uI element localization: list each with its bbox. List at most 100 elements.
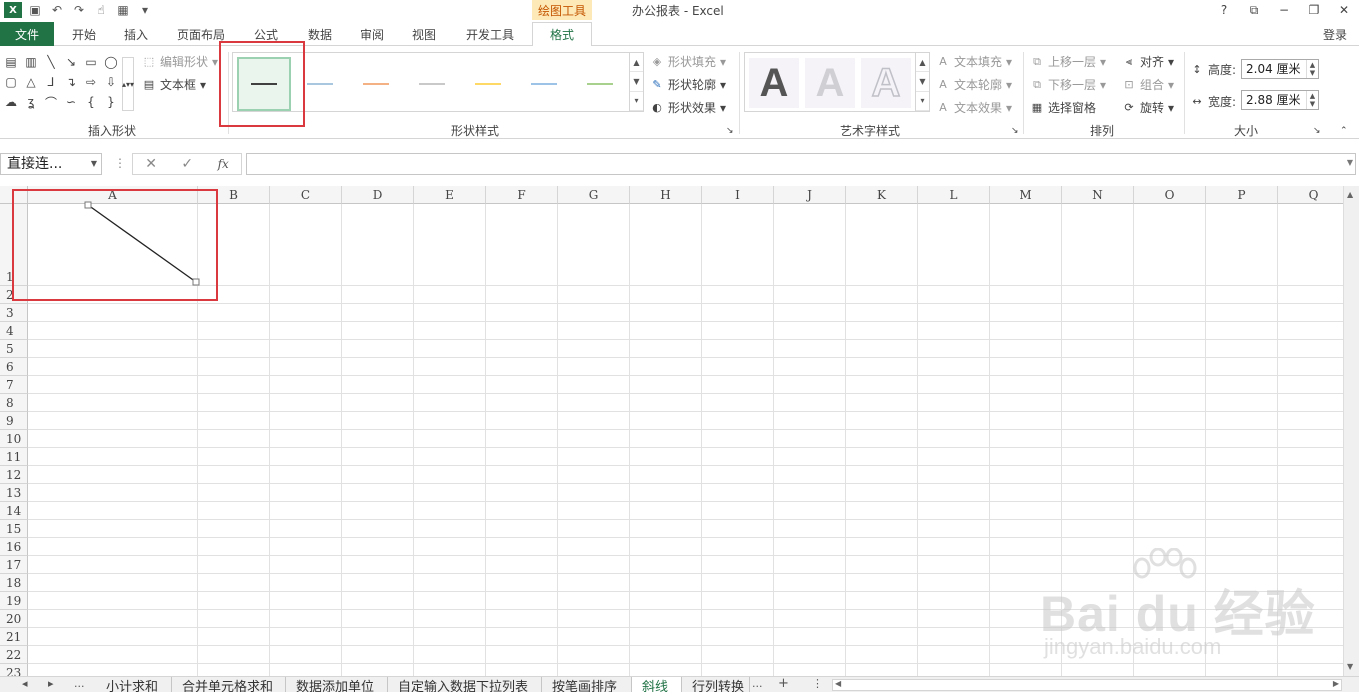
size-launcher-icon[interactable]: ↘: [1313, 126, 1321, 136]
scroll-down-icon[interactable]: ▼: [630, 72, 643, 92]
scroll-up-icon[interactable]: ▲: [630, 53, 643, 73]
rotate-button[interactable]: ⟳ 旋转 ▾: [1122, 99, 1174, 116]
scroll-down-icon[interactable]: ▼: [1347, 662, 1353, 671]
vertical-scrollbar[interactable]: ▲ ▼: [1343, 186, 1359, 676]
tab-developer[interactable]: 开发工具: [458, 22, 522, 46]
text-effects-button[interactable]: A 文本效果 ▾: [936, 99, 1012, 116]
sheet-tab[interactable]: 合并单元格求和: [172, 677, 286, 692]
styles-gallery-scroll[interactable]: ▲ ▼ ▾: [629, 53, 643, 111]
line-style-item[interactable]: [573, 57, 627, 111]
curve-shape-icon[interactable]: ∽: [64, 95, 78, 109]
prev-sheet-icon[interactable]: ◂: [22, 677, 28, 690]
width-spinner[interactable]: ▲ ▼: [1306, 91, 1318, 109]
help-button[interactable]: ?: [1209, 0, 1239, 20]
shape-fill-button[interactable]: ◈ 形状填充 ▾: [650, 53, 726, 70]
text-box-button[interactable]: ▤ 文本框 ▾: [142, 76, 206, 93]
group-button[interactable]: ⊡ 组合 ▾: [1122, 76, 1174, 93]
next-sheet-icon[interactable]: ▸: [48, 677, 54, 690]
sheet-tab[interactable]: 数据添加单位: [286, 677, 388, 692]
expand-formula-bar-icon[interactable]: ▼: [1347, 158, 1353, 167]
name-box-dropdown-icon[interactable]: ▼: [91, 154, 97, 174]
triangle-shape-icon[interactable]: △: [24, 75, 38, 89]
rectangle-shape-icon[interactable]: ▭: [84, 55, 98, 69]
sheet-tab[interactable]: 小计求和: [96, 677, 172, 692]
shape-styles-launcher-icon[interactable]: ↘: [726, 126, 734, 136]
cancel-icon[interactable]: ✕: [145, 156, 157, 172]
left-brace-shape-icon[interactable]: {: [84, 95, 98, 109]
sheet-tab[interactable]: 按笔画排序: [542, 677, 632, 692]
scroll-left-icon[interactable]: ◀: [835, 679, 841, 688]
oval-shape-icon[interactable]: ◯: [104, 55, 118, 69]
insert-function-icon[interactable]: fx: [218, 157, 229, 171]
minimize-button[interactable]: −: [1269, 0, 1299, 20]
height-spinner[interactable]: ▲ ▼: [1306, 60, 1318, 78]
borders-icon[interactable]: ▦: [114, 2, 132, 18]
wordart-launcher-icon[interactable]: ↘: [1011, 126, 1019, 136]
selection-pane-button[interactable]: ▦ 选择窗格: [1030, 99, 1096, 116]
text-fill-button[interactable]: A 文本填充 ▾: [936, 53, 1012, 70]
save-icon[interactable]: ▣: [26, 2, 44, 18]
ribbon-display-button[interactable]: ⧉: [1239, 0, 1269, 20]
redo-icon[interactable]: ↷: [70, 2, 88, 18]
wordart-style-item[interactable]: A: [861, 58, 911, 108]
bring-forward-button[interactable]: ⧉ 上移一层 ▾: [1030, 53, 1106, 70]
shapes-gallery[interactable]: ▤ ▥ ╲ ↘ ▭ ◯ ▢ △ ⅃ ↴ ⇨ ⇩ ☁ ʓ ⌒ ∽ { } ▴▾▾: [2, 53, 134, 113]
shape-outline-button[interactable]: ✎ 形状轮廓 ▾: [650, 76, 726, 93]
tab-home[interactable]: 开始: [62, 22, 106, 46]
shape-height-input[interactable]: 2.04 厘米 ▲ ▼: [1241, 59, 1319, 79]
shape-effects-button[interactable]: ◐ 形状效果 ▾: [650, 99, 726, 116]
expand-gallery-icon[interactable]: ▾: [916, 92, 929, 111]
wordart-gallery-scroll[interactable]: ▲ ▼ ▾: [915, 53, 929, 111]
scroll-right-icon[interactable]: ▶: [1333, 679, 1339, 688]
new-sheet-button[interactable]: +: [778, 676, 789, 691]
right-brace-shape-icon[interactable]: }: [104, 95, 118, 109]
down-arrow-shape-icon[interactable]: ⇩: [104, 75, 118, 89]
arrow-line-shape-icon[interactable]: ↘: [64, 55, 78, 69]
more-sheets-right[interactable]: ...: [752, 677, 763, 690]
elbow-connector-shape-icon[interactable]: ⅃: [44, 75, 58, 89]
touch-mode-icon[interactable]: ☝: [92, 2, 110, 18]
formula-input[interactable]: [246, 153, 1356, 175]
line-style-item[interactable]: [461, 57, 515, 111]
scroll-up-icon[interactable]: ▲: [916, 53, 929, 73]
send-backward-button[interactable]: ⧉ 下移一层 ▾: [1030, 76, 1106, 93]
line-style-item[interactable]: [405, 57, 459, 111]
vertical-text-box-shape-icon[interactable]: ▥: [24, 55, 38, 69]
enter-icon[interactable]: ✓: [181, 156, 193, 172]
edit-shape-button[interactable]: ⬚ 编辑形状 ▾: [142, 53, 218, 70]
scribble-shape-icon[interactable]: ʓ: [24, 95, 38, 109]
restore-button[interactable]: ❐: [1299, 0, 1329, 20]
right-arrow-shape-icon[interactable]: ⇨: [84, 75, 98, 89]
tab-format[interactable]: 格式: [532, 22, 592, 47]
shapes-gallery-scroll[interactable]: ▴▾▾: [122, 57, 134, 111]
rounded-rectangle-shape-icon[interactable]: ▢: [4, 75, 18, 89]
wordart-styles-gallery[interactable]: A A A ▲ ▼ ▾: [744, 52, 930, 112]
line-shape-icon[interactable]: ╲: [44, 55, 58, 69]
name-box[interactable]: 直接连... ▼: [0, 153, 102, 175]
line-style-item[interactable]: [349, 57, 403, 111]
undo-icon[interactable]: ↶: [48, 2, 66, 18]
freeform-shape-icon[interactable]: ☁: [4, 95, 18, 109]
tab-insert[interactable]: 插入: [114, 22, 158, 46]
text-box-shape-icon[interactable]: ▤: [4, 55, 18, 69]
sign-in-link[interactable]: 登录: [1323, 26, 1347, 43]
tab-splitter-icon[interactable]: ⋮: [812, 677, 823, 690]
wordart-style-item[interactable]: A: [749, 58, 799, 108]
align-button[interactable]: ⫷ 对齐 ▾: [1122, 53, 1174, 70]
elbow-arrow-shape-icon[interactable]: ↴: [64, 75, 78, 89]
tab-view[interactable]: 视图: [402, 22, 446, 46]
scroll-down-icon[interactable]: ▼: [916, 72, 929, 92]
scroll-up-icon[interactable]: ▲: [1347, 190, 1353, 199]
shape-width-input[interactable]: 2.88 厘米 ▲ ▼: [1241, 90, 1319, 110]
sheet-tab[interactable]: 自定输入数据下拉列表: [388, 677, 542, 692]
collapse-ribbon-icon[interactable]: ⌃: [1340, 126, 1348, 136]
expand-gallery-icon[interactable]: ▾: [630, 92, 643, 111]
line-style-item[interactable]: [517, 57, 571, 111]
sheet-tab-active[interactable]: 斜线: [632, 677, 682, 692]
wordart-style-item[interactable]: A: [805, 58, 855, 108]
close-button[interactable]: ✕: [1329, 0, 1359, 20]
tab-review[interactable]: 审阅: [350, 22, 394, 46]
more-sheets-left[interactable]: ...: [74, 677, 85, 690]
arc-shape-icon[interactable]: ⌒: [44, 95, 58, 110]
customize-qat-icon[interactable]: ▾: [136, 2, 154, 18]
